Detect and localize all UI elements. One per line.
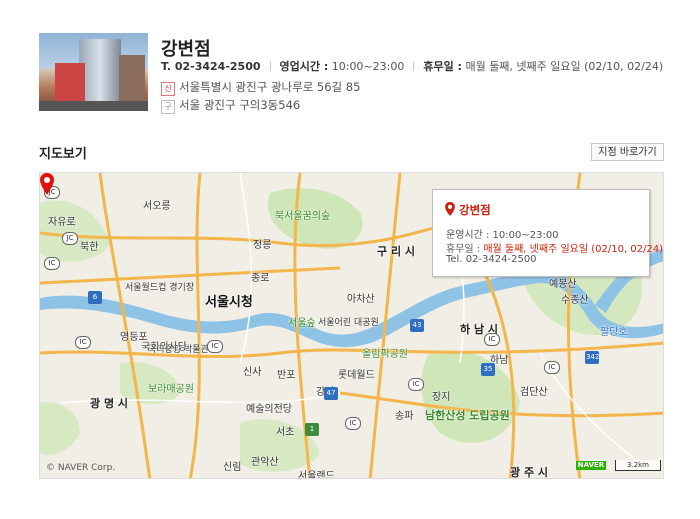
map-section-title: 지도보기 <box>39 147 87 162</box>
map-label-jongno: 종로 <box>251 273 270 284</box>
jc-road-icon: IC <box>44 257 60 270</box>
ic-road-icon: IC <box>544 361 560 374</box>
store-location-pin-icon[interactable] <box>40 173 54 195</box>
store-map[interactable]: 서울시청 서울숲 올림픽공원 하 남 시 광 주 시 광 명 시 구 리 시 아… <box>39 172 664 479</box>
map-label-world-cup-stadium: 서울월드컵 경기장 <box>125 283 195 293</box>
map-label-geumdansan: 검단산 <box>520 387 548 398</box>
ic-road-icon: IC <box>207 340 223 353</box>
address-old-tag: 구 <box>161 100 175 114</box>
popup-tel: Tel. 02-3424-2500 <box>446 254 537 265</box>
closed-label: 휴무일 : <box>423 60 462 73</box>
address-new: 신 서울특별시 광진구 광나루로 56길 85 <box>161 79 360 96</box>
store-header: 강변점 T. 02-3424-2500 영업시간 : 10:00~23:00 휴무일… <box>39 33 664 114</box>
store-phone: T. 02-3424-2500 <box>161 60 261 73</box>
map-label-sillim: 신림 <box>223 462 242 473</box>
map-label-seoulland: 서울랜드 <box>298 471 335 479</box>
map-label-seocho: 서초 <box>276 427 295 438</box>
address-new-text: 서울특별시 광진구 광나루로 56길 85 <box>179 80 361 94</box>
location-pin-icon <box>445 202 455 216</box>
hours-value: 10:00~23:00 <box>331 60 405 73</box>
ic-road-icon: IC <box>345 417 361 430</box>
map-label-sujongsan: 수종산 <box>561 295 589 306</box>
route-47-icon: 47 <box>324 387 338 400</box>
popup-closed: 휴무일 : 매월 둘째, 넷째주 일요일 (02/10, 02/24) <box>446 240 663 255</box>
map-label-gwangmyeong: 광 명 시 <box>90 397 129 410</box>
store-info-popup[interactable]: 강변점 운영시간 : 10:00~23:00 휴무일 : 매월 둘째, 넷째주 … <box>432 189 663 277</box>
route-35-icon: 35 <box>481 363 495 376</box>
ic-road-icon: IC <box>484 333 500 346</box>
address-old-text: 서울 광진구 구의3동546 <box>179 98 301 112</box>
route-342-icon: 342 <box>585 351 599 364</box>
map-label-achasan: 아차산 <box>347 294 375 305</box>
map-label-jangji: 장지 <box>432 392 451 403</box>
naver-logo[interactable]: NAVER <box>576 461 606 470</box>
ic-road-icon: IC <box>408 378 424 391</box>
map-label-jeongneung: 정릉 <box>253 240 272 251</box>
hours-label: 영업시간 : <box>279 60 329 73</box>
map-label-seooreung: 서오릉 <box>143 201 171 212</box>
map-label-guri: 구 리 시 <box>377 245 416 258</box>
map-label-lotte-world: 롯데월드 <box>338 370 375 381</box>
map-label-yeongdeungpo: 영등포 <box>120 332 148 343</box>
map-label-bukhan: 북한 <box>80 242 99 253</box>
map-label-sinsa: 신사 <box>243 367 262 378</box>
map-label-arts-center: 예술의전당 <box>246 404 292 415</box>
map-label-songpa: 송파 <box>395 411 414 422</box>
map-label-gwangju: 광 주 시 <box>510 466 549 479</box>
map-label-gwanaksan: 관악산 <box>251 457 279 468</box>
map-label-seoul-forest: 서울숲 <box>288 318 316 329</box>
map-label-namhansanseong: 남한산성 도립공원 <box>425 409 510 422</box>
branch-shortcut-button[interactable]: 지점 바로가기 <box>591 143 664 161</box>
popup-store-name: 강변점 <box>459 203 491 217</box>
jc-road-icon: JC <box>62 232 78 245</box>
store-meta: T. 02-3424-2500 영업시간 : 10:00~23:00 휴무일 : 매… <box>161 58 663 74</box>
map-label-seoul-city: 서울시청 <box>205 295 253 310</box>
map-label-yebongsan: 예봉산 <box>549 279 577 290</box>
map-label-banpo: 반포 <box>277 370 296 381</box>
map-label-bukseoul-forest: 북서울꿈의숲 <box>275 211 331 222</box>
map-label-olympic-park: 올림픽공원 <box>362 349 408 360</box>
map-label-childrens-park: 서울어린 대공원 <box>318 318 379 328</box>
address-new-tag: 신 <box>161 82 175 96</box>
address-old: 구 서울 광진구 구의3동546 <box>161 97 300 114</box>
route-43-icon: 43 <box>410 319 424 332</box>
map-label-boramae: 보라매공원 <box>148 384 194 395</box>
map-scale-bar: 3.2km <box>615 460 661 471</box>
route-1-icon: 1 <box>305 423 319 436</box>
store-photo <box>39 33 148 111</box>
ic-road-icon: IC <box>75 336 91 349</box>
closed-value: 매월 둘째, 넷째주 일요일 (02/10, 02/24) <box>465 60 664 73</box>
map-label-paldang-lake: 팔당호 <box>600 327 628 338</box>
map-attribution: © NAVER Corp. <box>46 463 116 473</box>
route-6-icon: 6 <box>88 291 102 304</box>
popup-hours: 운영시간 : 10:00~23:00 <box>446 230 559 241</box>
map-label-jayuro: 자유로 <box>48 217 76 228</box>
